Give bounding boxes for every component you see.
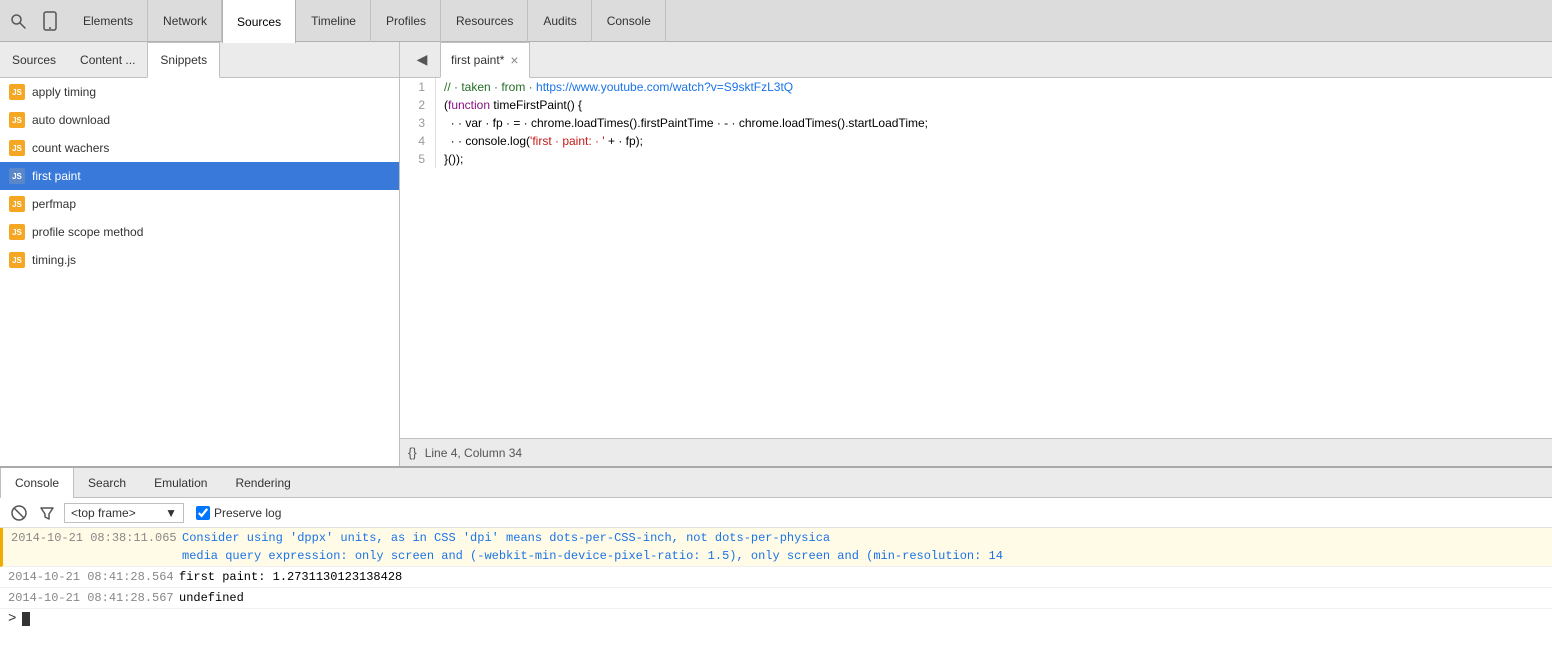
snippet-label: profile scope method (32, 225, 143, 239)
tab-console[interactable]: Console (592, 0, 666, 42)
console-message: undefined (175, 589, 1552, 607)
console-prompt: > (8, 611, 16, 627)
top-nav: Elements Network Sources Timeline Profil… (0, 0, 1552, 42)
preserve-log-checkbox[interactable] (196, 506, 210, 520)
snippet-timing-js[interactable]: JS timing.js (0, 246, 399, 274)
js-file-icon: JS (8, 251, 26, 269)
console-input-row[interactable]: > (0, 609, 1552, 629)
snippet-label: apply timing (32, 85, 96, 99)
snippet-count-wachers[interactable]: JS count wachers (0, 134, 399, 162)
snippet-perfmap[interactable]: JS perfmap (0, 190, 399, 218)
console-timestamp-cont (3, 547, 178, 565)
js-file-icon: JS (8, 223, 26, 241)
console-row-undefined: 2014-10-21 08:41:28.567 undefined (0, 588, 1552, 609)
second-toolbar: Sources Content ... Snippets ◀ first pai… (0, 42, 1552, 78)
snippet-label: auto download (32, 113, 110, 127)
console-tab-bar: Console Search Emulation Rendering (0, 468, 1552, 498)
line-number: 3 (400, 114, 436, 132)
js-file-icon: JS (8, 167, 26, 185)
line-content: · · var · fp · = · chrome.loadTimes().fi… (436, 114, 1552, 132)
tab-audits[interactable]: Audits (528, 0, 591, 42)
status-bar: {} Line 4, Column 34 (400, 438, 1552, 466)
console-toolbar: <top frame> ▼ Preserve log (0, 498, 1552, 528)
preserve-log-label: Preserve log (196, 506, 281, 520)
js-file-icon: JS (8, 195, 26, 213)
tab-sources[interactable]: Sources (222, 0, 296, 43)
console-row-warning: 2014-10-21 08:38:11.065 Consider using '… (0, 528, 1552, 567)
frame-selector[interactable]: <top frame> ▼ (64, 503, 184, 523)
line-number: 2 (400, 96, 436, 114)
line-content: }()); (436, 150, 1552, 168)
console-cursor (22, 612, 30, 626)
console-timestamp: 2014-10-21 08:41:28.567 (0, 589, 175, 607)
code-editor-panel: 1 // · taken · from · https://www.youtub… (400, 78, 1552, 466)
mobile-icon[interactable] (36, 7, 64, 35)
cursor-position: Line 4, Column 34 (425, 446, 522, 460)
search-icon[interactable] (4, 7, 32, 35)
back-button[interactable]: ◀ (408, 46, 436, 74)
tab-resources[interactable]: Resources (441, 0, 528, 42)
console-timestamp: 2014-10-21 08:38:11.065 (3, 529, 178, 547)
snippets-panel: JS apply timing JS auto download JS coun… (0, 78, 400, 466)
filter-icon[interactable] (36, 502, 58, 524)
console-message-cont: media query expression: only screen and … (178, 547, 1552, 565)
tab-elements[interactable]: Elements (68, 0, 148, 42)
code-area[interactable]: 1 // · taken · from · https://www.youtub… (400, 78, 1552, 438)
snippet-label: timing.js (32, 253, 76, 267)
console-output: 2014-10-21 08:38:11.065 Consider using '… (0, 528, 1552, 666)
clear-console-icon[interactable] (8, 502, 30, 524)
snippet-label: perfmap (32, 197, 76, 211)
code-line-5: 5 }()); (400, 150, 1552, 168)
line-number: 1 (400, 78, 436, 96)
line-number: 5 (400, 150, 436, 168)
tab-network[interactable]: Network (148, 0, 222, 42)
code-line-2: 2 (function timeFirstPaint() { (400, 96, 1552, 114)
console-tab-console[interactable]: Console (0, 468, 74, 498)
js-file-icon: JS (8, 139, 26, 157)
line-content: // · taken · from · https://www.youtube.… (436, 78, 1552, 96)
console-message: Consider using 'dppx' units, as in CSS '… (178, 529, 1552, 547)
code-line-4: 4 · · console.log('first · paint: · ' + … (400, 132, 1552, 150)
console-message: first paint: 1.2731130123138428 (175, 568, 1552, 586)
console-tab-rendering[interactable]: Rendering (221, 468, 304, 498)
snippet-label: count wachers (32, 141, 109, 155)
frame-label: <top frame> (71, 506, 136, 520)
file-tab-firstpaint[interactable]: first paint * × (440, 42, 530, 78)
code-line-1: 1 // · taken · from · https://www.youtub… (400, 78, 1552, 96)
snippet-apply-timing[interactable]: JS apply timing (0, 78, 399, 106)
line-content: (function timeFirstPaint() { (436, 96, 1552, 114)
console-tab-search[interactable]: Search (74, 468, 140, 498)
tab-profiles[interactable]: Profiles (371, 0, 441, 42)
file-tab-label: first paint (451, 53, 500, 67)
js-file-icon: JS (8, 83, 26, 101)
panel-sources-btn[interactable]: Sources (0, 42, 68, 78)
panel-snippets-btn[interactable]: Snippets (147, 42, 220, 78)
file-tab-close-btn[interactable]: × (510, 53, 518, 67)
code-line-3: 3 · · var · fp · = · chrome.loadTimes().… (400, 114, 1552, 132)
console-timestamp: 2014-10-21 08:41:28.564 (0, 568, 175, 586)
preserve-log-text: Preserve log (214, 506, 281, 520)
main-area: JS apply timing JS auto download JS coun… (0, 78, 1552, 466)
panel-content-btn[interactable]: Content ... (68, 42, 147, 78)
format-icon[interactable]: {} (408, 445, 417, 460)
line-number: 4 (400, 132, 436, 150)
console-panel: Console Search Emulation Rendering <top … (0, 466, 1552, 666)
snippet-first-paint[interactable]: JS first paint (0, 162, 399, 190)
line-content: · · console.log('first · paint: · ' + · … (436, 132, 1552, 150)
console-tab-emulation[interactable]: Emulation (140, 468, 221, 498)
file-tab-asterisk: * (500, 53, 505, 67)
js-file-icon: JS (8, 111, 26, 129)
tab-timeline[interactable]: Timeline (296, 0, 371, 42)
frame-dropdown-arrow: ▼ (157, 506, 177, 520)
console-row-firstpaint: 2014-10-21 08:41:28.564 first paint: 1.2… (0, 567, 1552, 588)
snippet-label: first paint (32, 169, 81, 183)
snippet-profile-scope[interactable]: JS profile scope method (0, 218, 399, 246)
snippet-auto-download[interactable]: JS auto download (0, 106, 399, 134)
